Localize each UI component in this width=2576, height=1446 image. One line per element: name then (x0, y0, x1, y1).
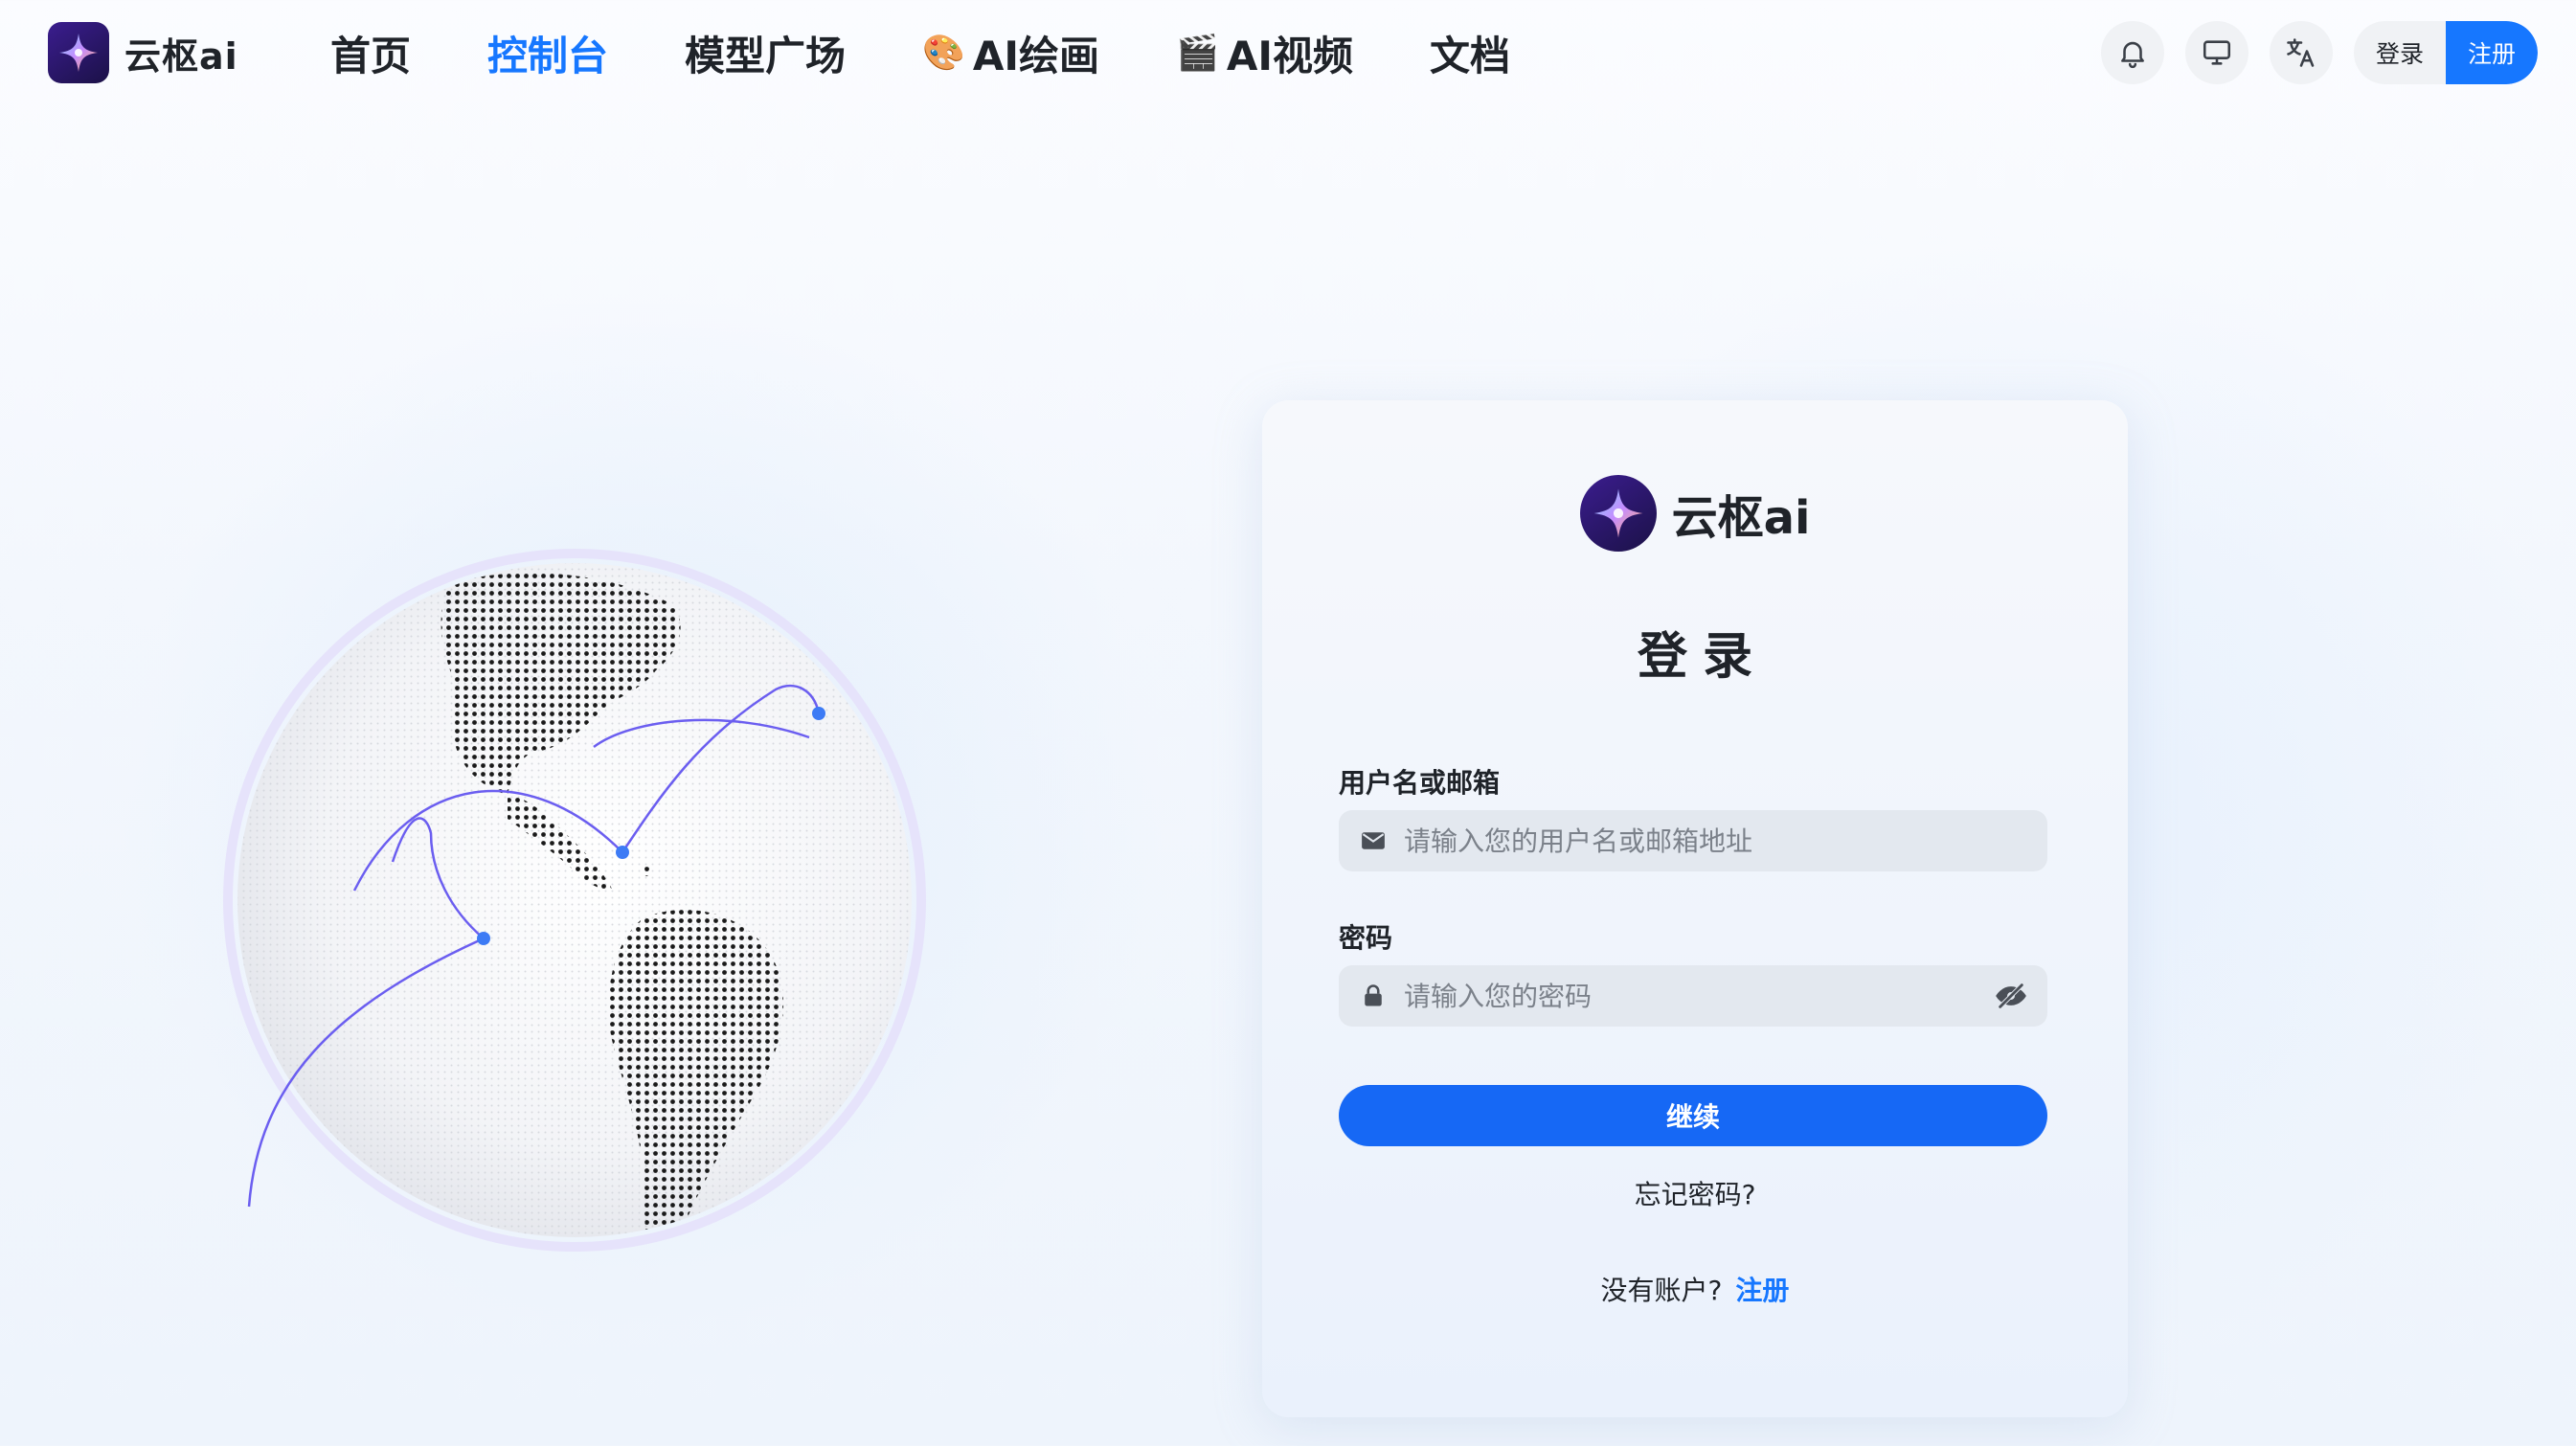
forgot-password-link[interactable]: 忘记密码? (1262, 1174, 2128, 1212)
nav-link-label: 模型广场 (685, 32, 847, 79)
sparkle-star-icon (48, 22, 109, 83)
language-button[interactable] (2270, 21, 2333, 84)
password-input-wrapper (1339, 965, 2047, 1027)
card-brand: 云枢ai (1262, 475, 2128, 552)
username-input[interactable] (1404, 810, 2047, 871)
mail-icon (1356, 824, 1390, 858)
sparkle-star-icon (1579, 475, 1657, 552)
bell-icon (2121, 41, 2144, 69)
password-input[interactable] (1404, 965, 1992, 1027)
continue-button[interactable]: 继续 (1339, 1085, 2047, 1146)
card-brand-name: 云枢ai (1671, 491, 1811, 545)
nav-link-docs[interactable]: 文档 (1430, 24, 1510, 82)
auth-button-group: 登录 注册 (2354, 21, 2538, 84)
palette-icon: 🎨 (922, 34, 965, 73)
nav-link-label: AI视频 (1226, 32, 1353, 79)
username-input-wrapper (1339, 810, 2047, 871)
login-card: 云枢ai 登录 用户名或邮箱 密码 继 (1262, 400, 2128, 1417)
signup-link[interactable]: 注册 (1735, 1275, 1789, 1306)
no-account-text: 没有账户? (1600, 1275, 1723, 1306)
nav-link-home[interactable]: 首页 (330, 24, 411, 82)
nav-link-label: AI绘画 (972, 32, 1100, 79)
brand-logo-link[interactable]: 云枢ai (48, 22, 238, 83)
brand-name: 云枢ai (124, 34, 238, 78)
nav-link-console[interactable]: 控制台 (487, 24, 608, 82)
nav-link-label: 文档 (1429, 32, 1510, 79)
top-navigation-bar: 云枢ai 首页 控制台 模型广场 🎨 AI绘画 🎬 AI视频 文档 登录 注册 (0, 0, 2576, 105)
translate-icon (2287, 38, 2315, 67)
display-mode-button[interactable] (2185, 21, 2248, 84)
nav-link-ai-video[interactable]: 🎬 AI视频 (1176, 24, 1353, 82)
eye-off-icon[interactable] (1992, 977, 2030, 1015)
nav-actions: 登录 注册 (2101, 21, 2538, 84)
register-button[interactable]: 注册 (2446, 21, 2538, 84)
nav-link-ai-painting[interactable]: 🎨 AI绘画 (922, 24, 1099, 82)
nav-link-model-plaza[interactable]: 模型广场 (685, 24, 846, 82)
password-label: 密码 (1339, 922, 1393, 954)
signup-prompt: 没有账户? 注册 (1262, 1270, 2128, 1308)
nav-link-label: 首页 (330, 32, 412, 79)
main-nav: 首页 控制台 模型广场 🎨 AI绘画 🎬 AI视频 文档 (330, 24, 1587, 81)
monitor-icon (2203, 40, 2231, 65)
notifications-button[interactable] (2101, 21, 2164, 84)
page-title: 登录 (1637, 628, 1768, 686)
login-button[interactable]: 登录 (2354, 21, 2446, 84)
nav-link-label: 控制台 (487, 32, 609, 79)
lock-icon (1356, 979, 1390, 1013)
username-label: 用户名或邮箱 (1339, 767, 1501, 799)
clapperboard-icon: 🎬 (1176, 34, 1219, 73)
globe-illustration (220, 546, 948, 1274)
